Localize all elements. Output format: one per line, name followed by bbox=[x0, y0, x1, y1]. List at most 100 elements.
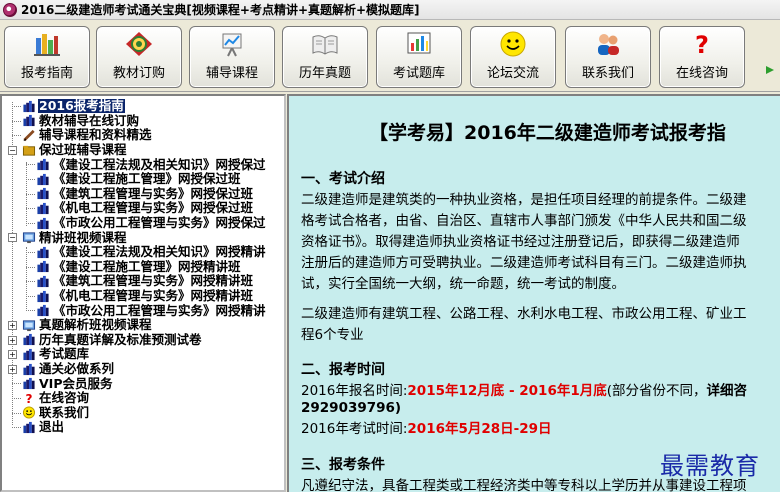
tree-expander[interactable]: − bbox=[8, 233, 17, 243]
tree-item[interactable]: 《建设工程法规及相关知识》网授精讲 bbox=[36, 245, 267, 260]
tree-item[interactable]: 精讲班视频课程 bbox=[22, 230, 128, 245]
tree-item[interactable]: 通关必做系列 bbox=[22, 362, 115, 377]
tree-expander[interactable]: + bbox=[8, 364, 17, 374]
tree-guide-line bbox=[12, 106, 21, 107]
tree-item[interactable]: 《市政公用工程管理与实务》网授保过 bbox=[36, 216, 267, 231]
toolbar-button-exam-guide[interactable]: 报考指南 bbox=[4, 26, 90, 88]
tree-item[interactable]: 联系我们 bbox=[22, 404, 90, 421]
tree-item[interactable]: 《机电工程管理与实务》网授精讲班 bbox=[36, 289, 254, 304]
registration-contact: 详细咨 bbox=[706, 383, 748, 399]
tree-item[interactable]: 《机电工程管理与实务》网授保过班 bbox=[36, 201, 254, 216]
toolbar-label: 辅导课程 bbox=[205, 66, 258, 81]
content-pane: 【学考易】2016年二级建造师考试报考指 一、考试介绍 二级建造师是建筑类的一种… bbox=[287, 94, 780, 492]
tree-expander[interactable]: − bbox=[8, 145, 17, 155]
tree-guide-line bbox=[26, 266, 35, 268]
tree-item[interactable]: 《市政公用工程管理与实务》网授精讲 bbox=[36, 303, 267, 318]
intro-line: 注册后的建造师方可受聘执业。二级建造师考试科目有三门。二级建造师执 bbox=[301, 255, 747, 271]
tree-item[interactable]: 教材辅导在线订购 bbox=[22, 113, 140, 129]
books-icon bbox=[23, 334, 35, 346]
tree-item-label: 2016报考指南 bbox=[38, 98, 125, 114]
tree-item[interactable]: 保过班辅导课程 bbox=[22, 143, 128, 158]
tree-item-label: 退出 bbox=[39, 419, 65, 435]
toolbar: 报考指南 教材订购 辅导课程 历年真题 考试题库 论坛交流 联系我们 ? 在线咨… bbox=[0, 20, 780, 92]
tree-guide-line bbox=[26, 193, 35, 195]
tree-item[interactable]: 辅导课程和资料精选 bbox=[22, 128, 153, 143]
books-icon bbox=[37, 261, 49, 273]
tree-item-label: 在线咨询 bbox=[39, 390, 90, 406]
tree-item[interactable]: 《建设工程施工管理》网授精讲班 bbox=[36, 259, 242, 275]
tree-item-label: 《建设工程法规及相关知识》网授保过 bbox=[53, 156, 266, 172]
folder-icon bbox=[22, 145, 36, 156]
video-icon bbox=[22, 232, 36, 244]
smiley-icon bbox=[22, 406, 36, 419]
tree-item[interactable]: VIP会员服务 bbox=[22, 376, 114, 391]
toolbar-button-online-consult[interactable]: ? 在线咨询 bbox=[659, 26, 745, 88]
books-icon bbox=[37, 159, 49, 171]
tree-item[interactable]: 《建设工程法规及相关知识》网授保过 bbox=[36, 157, 267, 172]
registration-note: (部分省份不同， bbox=[606, 383, 707, 399]
tree-item[interactable]: 《建筑工程管理与实务》网授保过班 bbox=[36, 186, 254, 202]
exit-arrow-icon[interactable] bbox=[764, 60, 780, 80]
tree-guide-line bbox=[26, 164, 35, 166]
intro-line: 二级建造师是建筑类的一种执业资格，是担任项目经理的前提条件。二级建 bbox=[301, 192, 747, 208]
svg-text:?: ? bbox=[695, 31, 709, 58]
toolbar-button-tutoring-course[interactable]: 辅导课程 bbox=[189, 26, 275, 88]
specialty-line: 二级建造师有建筑工程、公路工程、水利水电工程、市政公用工程、矿业工 bbox=[301, 306, 747, 322]
registration-time: 2016年报名时间:2015年12月底 - 2016年1月底(部分省份不同，详细… bbox=[301, 379, 747, 399]
tree-item-label: 辅导课程和资料精选 bbox=[39, 127, 152, 143]
books-icon bbox=[37, 202, 49, 215]
books-icon bbox=[37, 217, 49, 229]
toolbar-button-contact[interactable]: 联系我们 bbox=[565, 26, 651, 88]
toolbar-button-question-bank[interactable]: 考试题库 bbox=[376, 26, 462, 88]
specialty-line: 程6个专业 bbox=[301, 327, 364, 343]
tree-item-label: 历年真题详解及标准预测试卷 bbox=[39, 331, 202, 347]
toolbar-button-forum[interactable]: 论坛交流 bbox=[470, 26, 556, 88]
tree-item[interactable]: ? 在线咨询 bbox=[22, 391, 90, 406]
exam-time-label: 2016年考试时间: bbox=[301, 421, 408, 437]
tree-item[interactable]: 真题解析班视频课程 bbox=[22, 318, 153, 333]
tree-item-label: 《机电工程管理与实务》网授精讲班 bbox=[53, 288, 254, 304]
books-icon bbox=[37, 275, 49, 288]
books-icon bbox=[37, 290, 49, 302]
books-icon bbox=[23, 363, 35, 375]
window-title: 2016二级建造师考试通关宝典[视频课程+考点精讲+真题解析+模拟题库] bbox=[21, 3, 420, 17]
toolbar-label: 考试题库 bbox=[392, 66, 445, 81]
tree-guide-line bbox=[26, 310, 35, 312]
tree-guide-line bbox=[26, 281, 35, 283]
tree-expander[interactable]: + bbox=[8, 321, 17, 330]
toolbar-button-past-exams[interactable]: 历年真题 bbox=[282, 26, 368, 88]
toolbar-label: 联系我们 bbox=[581, 66, 634, 81]
tree-guide-line bbox=[12, 120, 21, 122]
tree-guide-line bbox=[12, 427, 21, 429]
books-icon bbox=[23, 348, 35, 361]
tree-guide-line bbox=[26, 252, 35, 253]
tree-item[interactable]: 历年真题详解及标准预测试卷 bbox=[22, 331, 203, 348]
toolbar-button-textbook-order[interactable]: 教材订购 bbox=[96, 26, 182, 88]
tree-guide-line bbox=[12, 412, 21, 414]
tree-guide-line bbox=[26, 208, 35, 210]
tree-item[interactable]: 退出 bbox=[22, 420, 65, 435]
chart-board-icon bbox=[222, 33, 242, 57]
books-icon bbox=[23, 100, 35, 112]
tree-expander[interactable]: + bbox=[8, 350, 17, 360]
toolbar-label: 在线咨询 bbox=[675, 66, 728, 81]
tree-item[interactable]: 《建筑工程管理与实务》网授精讲班 bbox=[36, 274, 254, 289]
tree-item[interactable]: 考试题库 bbox=[22, 347, 90, 362]
document-title: 【学考易】2016年二级建造师考试报考指 bbox=[369, 122, 726, 144]
tree-expander[interactable]: + bbox=[8, 335, 17, 345]
svg-text:?: ? bbox=[26, 392, 33, 405]
books-icon bbox=[37, 188, 49, 200]
intro-line: 资格证书》。取得建造师执业资格证书经过注册登记后，即获得二级建造师 bbox=[301, 234, 740, 250]
registration-dates: 2015年12月底 - 2016年1月底 bbox=[407, 383, 607, 399]
toolbar-label: 历年真题 bbox=[298, 66, 351, 81]
intro-line: 试，实行全国统一大纲，统一命题，统一考试的制度。 bbox=[301, 276, 625, 292]
tree-item-label: 《市政公用工程管理与实务》网授精讲 bbox=[53, 302, 266, 318]
tree-item-label: 《市政公用工程管理与实务》网授保过 bbox=[53, 215, 266, 231]
tree-item[interactable]: 《建设工程施工管理》网授保过班 bbox=[36, 172, 242, 187]
tree-item-label: VIP会员服务 bbox=[39, 375, 113, 391]
tree-guide-line bbox=[26, 295, 35, 297]
tree-item[interactable]: 2016报考指南 bbox=[22, 99, 125, 114]
tree-item-label: 保过班辅导课程 bbox=[39, 142, 127, 158]
tree-item-label: 联系我们 bbox=[39, 404, 90, 420]
tree-item-label: 《建筑工程管理与实务》网授精讲班 bbox=[53, 273, 254, 289]
